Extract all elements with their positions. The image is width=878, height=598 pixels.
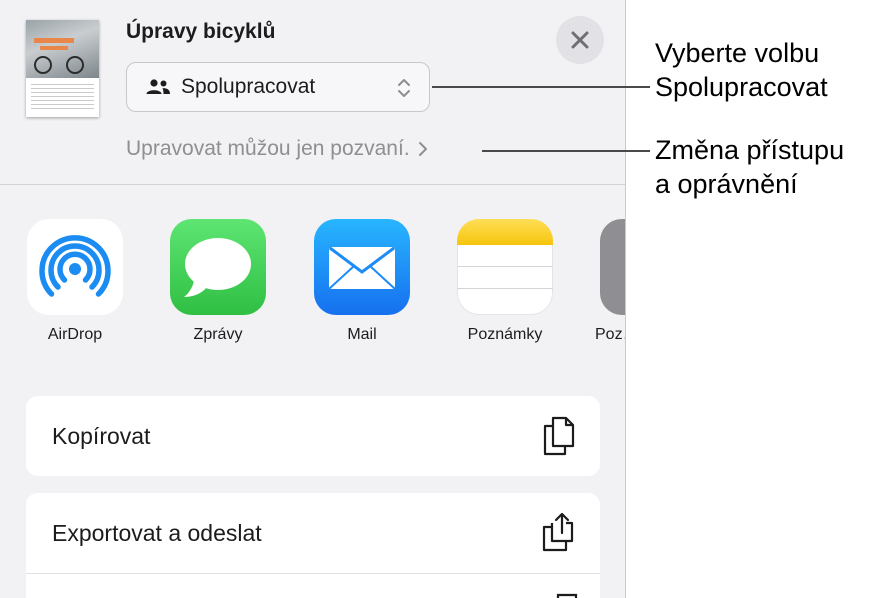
- action-export[interactable]: Exportovat a odeslat: [26, 493, 600, 573]
- document-title: Úpravy bicyklů: [126, 20, 276, 43]
- app-reminders-label: Poz…: [595, 326, 625, 343]
- app-airdrop[interactable]: AirDrop: [15, 219, 135, 344]
- notes-icon: [457, 219, 553, 315]
- app-mail-label: Mail: [347, 326, 377, 343]
- collaboration-select-label: Spolupracovat: [181, 75, 316, 98]
- reminders-icon: [600, 219, 625, 315]
- callout-collaborate-line2: Spolupracovat: [655, 72, 828, 102]
- collaboration-select[interactable]: Spolupracovat: [126, 62, 430, 112]
- action-export-label: Exportovat a odeslat: [52, 519, 262, 546]
- chevron-updown-icon: [398, 79, 410, 97]
- chevron-right-icon: [418, 142, 427, 156]
- app-messages-label: Zprávy: [193, 326, 243, 343]
- callout-line-access: [482, 150, 650, 152]
- callout-line-collaborate: [432, 86, 650, 88]
- people-icon: [146, 79, 170, 94]
- partial-icon: [556, 593, 578, 598]
- access-permissions-label: Upravovat můžou jen pozvaní.: [126, 137, 410, 160]
- share-sheet: Úpravy bicyklů Spolupracovat Upravovat m…: [0, 0, 626, 598]
- action-copy-label: Kopírovat: [52, 422, 151, 449]
- callout-collaborate-line1: Vyberte volbu: [655, 38, 820, 68]
- messages-icon: [170, 219, 266, 315]
- app-messages[interactable]: Zprávy: [158, 219, 278, 344]
- sheet-header: Úpravy bicyklů Spolupracovat Upravovat m…: [0, 0, 625, 185]
- app-reminders[interactable]: Poz…: [588, 219, 625, 344]
- copy-icon: [543, 416, 575, 456]
- mail-icon: [314, 219, 410, 315]
- close-button[interactable]: [556, 16, 604, 64]
- callout-collaborate: Vyberte volbu Spolupracovat: [655, 36, 828, 104]
- action-copy[interactable]: Kopírovat: [26, 396, 600, 476]
- access-permissions-link[interactable]: Upravovat můžou jen pozvaní.: [126, 137, 428, 161]
- callout-access-line2: a oprávnění: [655, 169, 798, 199]
- app-notes-label: Poznámky: [467, 326, 543, 343]
- app-notes[interactable]: Poznámky: [445, 219, 565, 344]
- callout-access-line1: Změna přístupu: [655, 135, 845, 165]
- share-icon: [542, 512, 574, 552]
- close-icon: [571, 31, 589, 49]
- airdrop-icon: [27, 219, 123, 315]
- document-thumbnail: [26, 20, 99, 117]
- action-next[interactable]: [26, 573, 600, 598]
- app-mail[interactable]: Mail: [302, 219, 422, 344]
- callout-access: Změna přístupu a oprávnění: [655, 133, 844, 201]
- app-airdrop-label: AirDrop: [47, 326, 103, 343]
